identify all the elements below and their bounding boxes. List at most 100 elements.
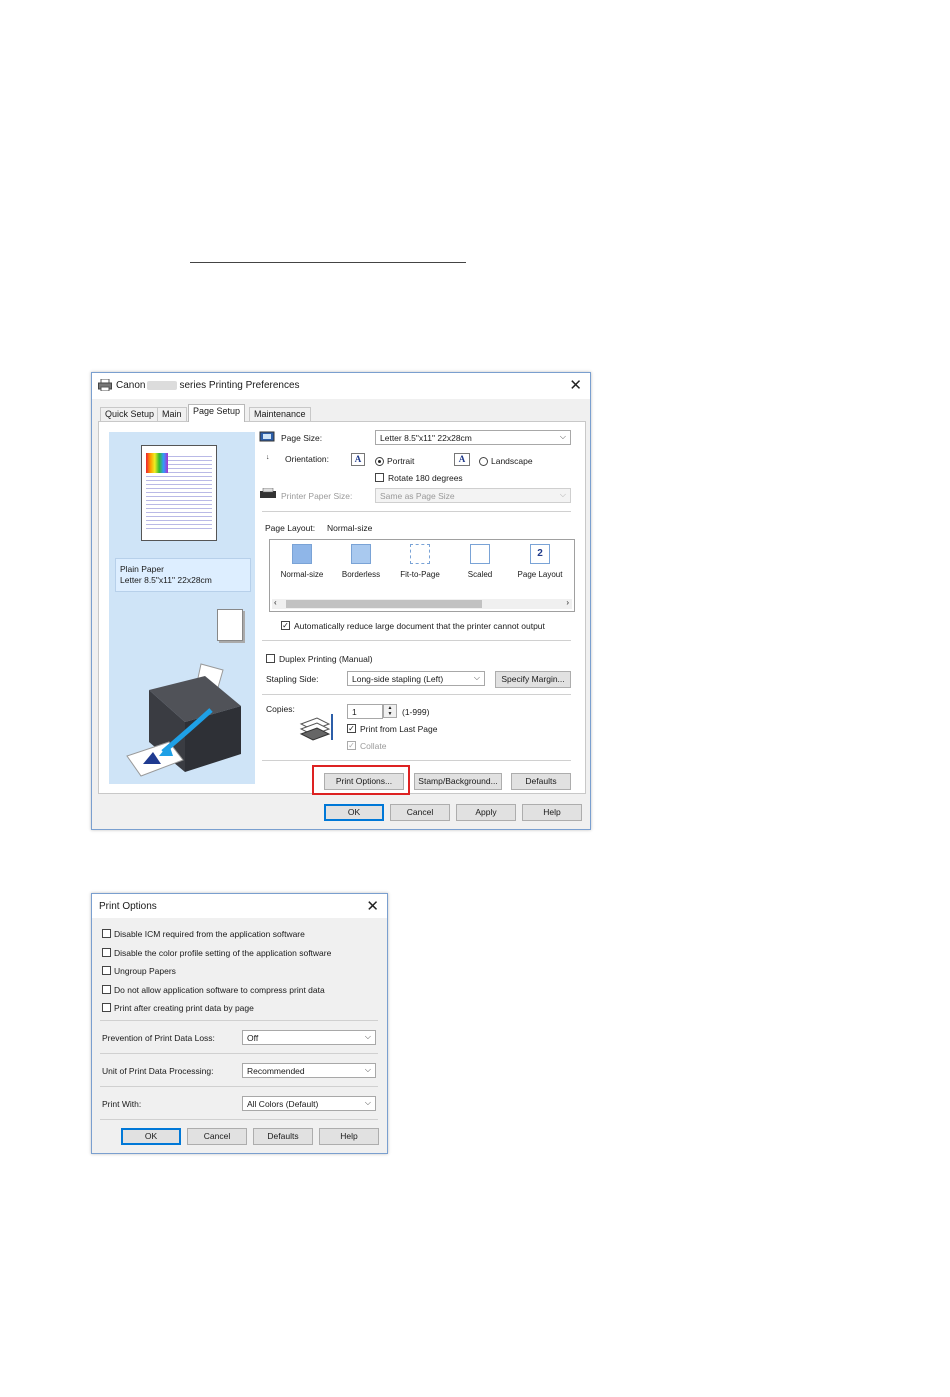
layout-scaled[interactable]: Scaled bbox=[452, 544, 508, 579]
page-layout-list: Normal-size Borderless Fit-to-Page Scale… bbox=[269, 539, 575, 612]
layout-normal-size[interactable]: Normal-size bbox=[274, 544, 330, 579]
copies-spinner[interactable]: ▲ ▼ bbox=[383, 704, 397, 718]
auto-reduce-label: Automatically reduce large document that… bbox=[294, 621, 545, 631]
page-layout-label: Page Layout: bbox=[265, 523, 316, 533]
auto-reduce-checkbox[interactable]: ✓ bbox=[281, 621, 290, 630]
unit-dropdown[interactable]: Recommended ⌵ bbox=[242, 1063, 376, 1078]
prevention-dropdown[interactable]: Off ⌵ bbox=[242, 1030, 376, 1045]
divider bbox=[100, 1020, 378, 1021]
page-layout-current: Normal-size bbox=[327, 523, 373, 533]
portrait-label: Portrait bbox=[387, 456, 415, 466]
divider bbox=[100, 1086, 378, 1087]
title-bar: Canon series Printing Preferences ✕ bbox=[92, 373, 590, 399]
orientation-preview-icon bbox=[217, 609, 243, 641]
layout-fit-to-page[interactable]: Fit-to-Page bbox=[392, 544, 448, 579]
chevron-down-icon: ⌵ bbox=[559, 490, 566, 499]
close-icon[interactable]: ✕ bbox=[366, 897, 379, 915]
chevron-down-icon: ⌵ bbox=[559, 432, 566, 441]
copies-range: (1-999) bbox=[402, 707, 430, 717]
help-button[interactable]: Help bbox=[319, 1128, 379, 1145]
printer-paper-size-dropdown[interactable]: Same as Page Size ⌵ bbox=[375, 488, 571, 503]
page-size-value: Letter 8.5"x11" 22x28cm bbox=[380, 433, 472, 443]
ungroup-papers-checkbox[interactable] bbox=[102, 966, 111, 976]
orientation-label: Orientation: bbox=[285, 454, 329, 464]
close-icon[interactable]: ✕ bbox=[569, 376, 582, 394]
redacted-model bbox=[147, 380, 178, 390]
scroll-left-icon[interactable]: ‹ bbox=[274, 598, 277, 607]
prevention-value: Off bbox=[247, 1033, 259, 1043]
no-compress-checkbox[interactable] bbox=[102, 985, 111, 995]
paper-size: Letter 8.5"x11" 22x28cm bbox=[120, 575, 212, 585]
prevention-label: Prevention of Print Data Loss: bbox=[102, 1033, 215, 1043]
divider bbox=[100, 1119, 378, 1120]
defaults-button[interactable]: Defaults bbox=[511, 773, 571, 790]
option-print-by-page[interactable]: Print after creating print data by page bbox=[102, 1002, 254, 1013]
stamp-background-button[interactable]: Stamp/Background... bbox=[414, 773, 502, 790]
paper-preview bbox=[141, 445, 217, 541]
disable-color-profile-checkbox[interactable] bbox=[102, 948, 111, 958]
ok-button[interactable]: OK bbox=[324, 804, 384, 821]
option-disable-color-profile[interactable]: Disable the color profile setting of the… bbox=[102, 947, 331, 958]
unit-value: Recommended bbox=[247, 1066, 305, 1076]
page-size-label: Page Size: bbox=[281, 433, 323, 443]
disable-icm-checkbox[interactable] bbox=[102, 929, 111, 939]
defaults-button[interactable]: Defaults bbox=[253, 1128, 313, 1145]
print-from-last-checkbox[interactable]: ✓ bbox=[347, 724, 356, 733]
stapling-side-value: Long-side stapling (Left) bbox=[352, 674, 444, 684]
portrait-icon: A bbox=[351, 453, 365, 466]
specify-margin-button[interactable]: Specify Margin... bbox=[495, 671, 571, 688]
scrollbar-thumb[interactable] bbox=[286, 600, 482, 608]
dialog-title: Print Options bbox=[99, 901, 157, 912]
rotate-180-checkbox[interactable] bbox=[375, 473, 384, 482]
title-bar: Print Options ✕ bbox=[92, 894, 387, 918]
collate-checkbox[interactable]: ✓ bbox=[347, 741, 356, 750]
option-no-compress[interactable]: Do not allow application software to com… bbox=[102, 984, 325, 995]
divider bbox=[262, 511, 571, 512]
tab-quick-setup[interactable]: Quick Setup bbox=[100, 407, 160, 421]
apply-button[interactable]: Apply bbox=[456, 804, 516, 821]
unit-label: Unit of Print Data Processing: bbox=[102, 1066, 214, 1076]
page-size-dropdown[interactable]: Letter 8.5"x11" 22x28cm ⌵ bbox=[375, 430, 571, 445]
portrait-radio[interactable] bbox=[375, 457, 384, 466]
scroll-right-icon[interactable]: › bbox=[566, 598, 569, 607]
stapling-side-dropdown[interactable]: Long-side stapling (Left) ⌵ bbox=[347, 671, 485, 686]
tab-main[interactable]: Main bbox=[157, 407, 187, 421]
printer-paper-icon bbox=[260, 488, 276, 498]
option-disable-icm[interactable]: Disable ICM required from the applicatio… bbox=[102, 928, 305, 939]
chevron-down-icon: ⌵ bbox=[364, 1032, 371, 1041]
print-with-label: Print With: bbox=[102, 1099, 142, 1109]
print-by-page-checkbox[interactable] bbox=[102, 1003, 111, 1013]
scaled-icon bbox=[470, 544, 490, 564]
collate-label: Collate bbox=[360, 741, 387, 751]
landscape-radio[interactable] bbox=[479, 457, 488, 466]
landscape-label: Landscape bbox=[491, 456, 533, 466]
printer-icon bbox=[98, 379, 112, 391]
paper-info: Plain Paper Letter 8.5"x11" 22x28cm bbox=[115, 558, 251, 592]
divider bbox=[100, 1053, 378, 1054]
divider bbox=[262, 694, 571, 695]
printing-preferences-window: Canon series Printing Preferences ✕ Quick… bbox=[91, 372, 591, 830]
copies-icon bbox=[299, 714, 333, 741]
stapling-side-label: Stapling Side: bbox=[266, 674, 319, 684]
ok-button[interactable]: OK bbox=[121, 1128, 181, 1145]
rotate-180-label: Rotate 180 degrees bbox=[388, 473, 463, 483]
window-title: Canon series Printing Preferences bbox=[116, 380, 300, 391]
copies-input[interactable]: 1 bbox=[347, 704, 383, 719]
divider bbox=[262, 760, 571, 761]
tab-page-setup[interactable]: Page Setup bbox=[188, 404, 246, 422]
option-ungroup-papers[interactable]: Ungroup Papers bbox=[102, 965, 176, 976]
duplex-checkbox[interactable] bbox=[266, 654, 275, 663]
page-size-icon bbox=[259, 431, 275, 442]
print-from-last-label: Print from Last Page bbox=[360, 724, 438, 734]
layout-borderless[interactable]: Borderless bbox=[333, 544, 389, 579]
duplex-label: Duplex Printing (Manual) bbox=[279, 654, 373, 664]
tab-maintenance[interactable]: Maintenance bbox=[249, 407, 311, 421]
print-with-dropdown[interactable]: All Colors (Default) ⌵ bbox=[242, 1096, 376, 1111]
print-with-value: All Colors (Default) bbox=[247, 1099, 319, 1109]
help-button[interactable]: Help bbox=[522, 804, 582, 821]
layout-scrollbar[interactable]: ‹ › bbox=[272, 598, 572, 609]
layout-page-layout[interactable]: 2 Page Layout bbox=[512, 544, 568, 579]
page-layout-icon: 2 bbox=[530, 544, 550, 564]
cancel-button[interactable]: Cancel bbox=[187, 1128, 247, 1145]
cancel-button[interactable]: Cancel bbox=[390, 804, 450, 821]
